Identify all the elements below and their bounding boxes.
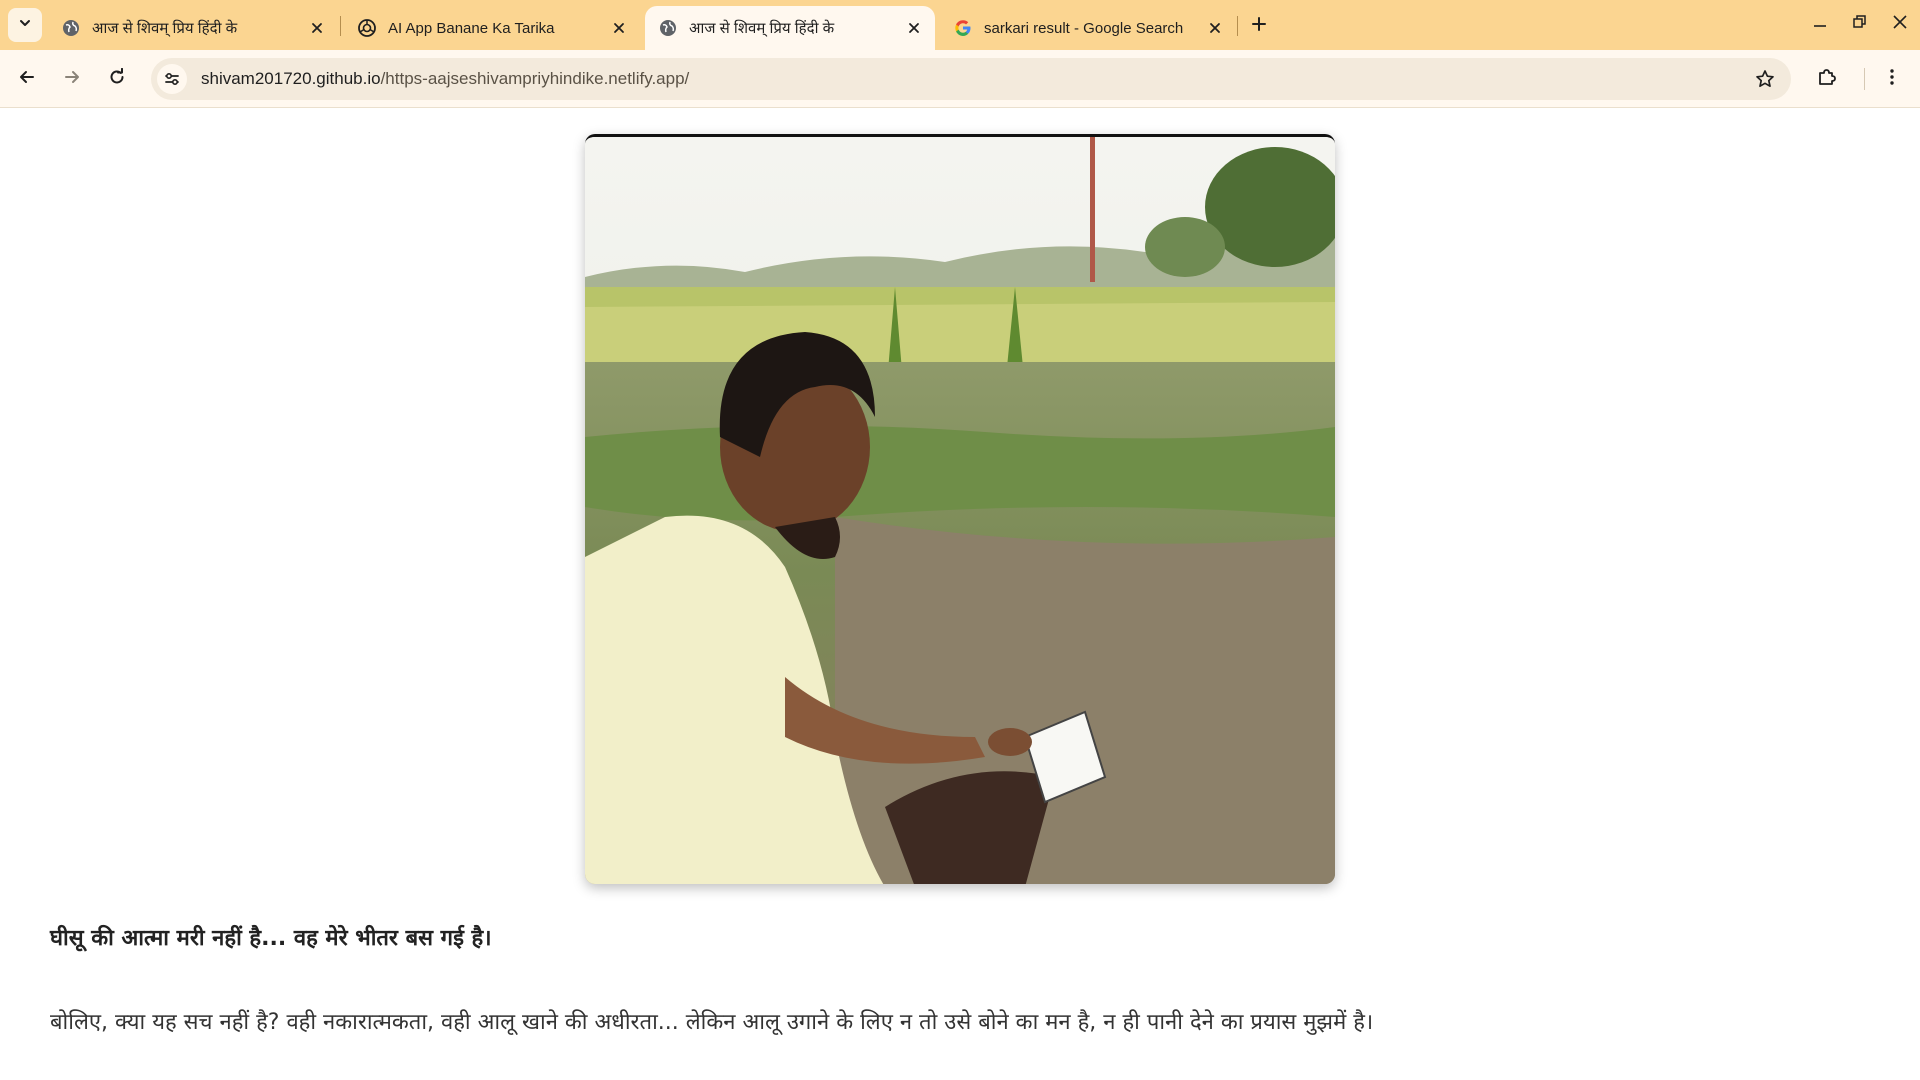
plus-icon <box>1251 16 1267 37</box>
tab-search-button[interactable] <box>8 8 42 42</box>
close-tab-icon[interactable] <box>1204 17 1226 39</box>
tab-separator <box>1237 16 1238 36</box>
bookmark-star-icon[interactable] <box>1751 65 1779 93</box>
tab-2[interactable]: AI App Banane Ka Tarika <box>344 6 640 50</box>
tab-strip: आज से शिवम् प्रिय हिंदी के AI App Banane… <box>0 0 1920 50</box>
globe-icon <box>659 19 677 37</box>
close-tab-icon[interactable] <box>608 17 630 39</box>
new-tab-button[interactable] <box>1245 12 1273 40</box>
address-bar[interactable]: shivam201720.github.io/https-aajseshivam… <box>151 58 1791 100</box>
minimize-button[interactable] <box>1806 10 1834 38</box>
google-icon <box>954 19 972 37</box>
restore-button[interactable] <box>1846 10 1874 38</box>
arrow-right-icon <box>63 68 81 91</box>
chevron-down-icon <box>18 16 32 35</box>
minimize-icon <box>1812 14 1828 35</box>
close-tab-icon[interactable] <box>306 17 328 39</box>
browser-menu-button[interactable] <box>1876 63 1908 95</box>
tab-4[interactable]: sarkari result - Google Search <box>940 6 1236 50</box>
kebab-menu-icon <box>1883 68 1901 91</box>
url-host: shivam201720.github.io <box>201 69 381 88</box>
tab-title: आज से शिवम् प्रिय हिंदी के <box>689 20 835 37</box>
tab-3-active[interactable]: आज से शिवम् प्रिय हिंदी के <box>645 6 935 50</box>
back-button[interactable] <box>11 63 43 95</box>
close-icon <box>1892 14 1908 35</box>
article-photo <box>585 134 1335 884</box>
openai-icon <box>358 19 376 37</box>
tab-separator <box>340 16 341 36</box>
tab-title: आज से शिवम् प्रिय हिंदी के <box>92 20 238 37</box>
tab-1[interactable]: आज से शिवम् प्रिय हिंदी के <box>48 6 338 50</box>
close-window-button[interactable] <box>1886 10 1914 38</box>
toolbar-separator <box>1864 68 1865 90</box>
page-content: घीसू की आत्मा मरी नहीं है... वह मेरे भीत… <box>0 108 1920 1080</box>
article-headline: घीसू की आत्मा मरी नहीं है... वह मेरे भीत… <box>50 926 492 951</box>
arrow-left-icon <box>18 68 36 91</box>
site-info-icon[interactable] <box>157 64 187 94</box>
tab-title: AI App Banane Ka Tarika <box>388 19 555 37</box>
tab-title: sarkari result - Google Search <box>984 19 1184 37</box>
browser-toolbar: shivam201720.github.io/https-aajseshivam… <box>0 50 1920 108</box>
reload-button[interactable] <box>101 63 133 95</box>
reload-icon <box>108 67 126 91</box>
close-tab-icon[interactable] <box>903 17 925 39</box>
puzzle-icon <box>1817 67 1837 92</box>
restore-icon <box>1852 14 1868 35</box>
article-paragraph: बोलिए, क्या यह सच नहीं है? वही नकारात्मक… <box>50 1010 1374 1035</box>
extensions-button[interactable] <box>1811 63 1843 95</box>
url-text[interactable]: shivam201720.github.io/https-aajseshivam… <box>201 69 689 89</box>
globe-icon <box>62 19 80 37</box>
forward-button[interactable] <box>56 63 88 95</box>
url-path: /https-aajseshivampriyhindike.netlify.ap… <box>380 69 690 88</box>
